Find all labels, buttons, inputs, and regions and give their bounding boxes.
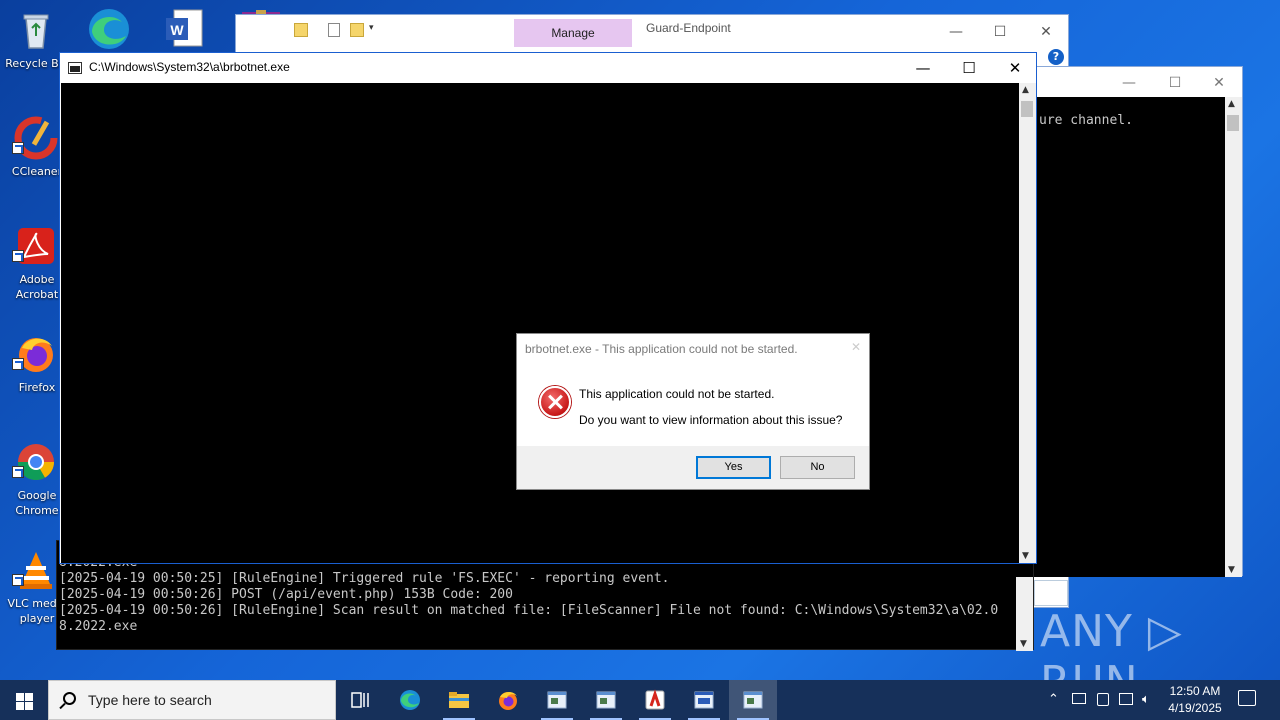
tab-manage[interactable]: Manage (514, 19, 632, 47)
search-placeholder: Type here to search (88, 692, 212, 708)
close-button[interactable]: ✕ (1026, 19, 1066, 45)
taskbar-firefox[interactable] (484, 680, 532, 720)
shortcut-arrow-icon (12, 574, 24, 586)
properties-icon[interactable] (328, 23, 340, 37)
scroll-down-icon[interactable]: ▼ (1022, 551, 1029, 561)
device-icon[interactable] (1097, 693, 1109, 706)
taskbar-window-1[interactable] (533, 680, 581, 720)
minimize-button[interactable]: — (1109, 71, 1149, 95)
task-view-button[interactable] (336, 680, 384, 720)
dialog-button-bar: Yes No (517, 446, 869, 489)
dialog-message: This application could not be started. (579, 387, 775, 401)
taskbar-window-3[interactable] (680, 680, 728, 720)
shortcut-arrow-icon (12, 250, 24, 262)
error-icon (539, 386, 571, 418)
window-title: Guard-Endpoint (646, 21, 731, 35)
system-clock[interactable]: 12:50 AM 4/19/2025 (1160, 683, 1230, 717)
explorer-view-icon[interactable] (1034, 580, 1068, 606)
dialog-question: Do you want to view information about th… (579, 413, 843, 427)
search-icon (63, 692, 76, 705)
log-line: 8.2022.exe (59, 619, 138, 634)
new-folder-icon[interactable] (350, 23, 364, 37)
console-icon (68, 62, 82, 74)
chevron-down-icon[interactable]: ▾ (369, 23, 374, 33)
error-dialog[interactable]: brbotnet.exe - This application could no… (516, 333, 870, 490)
scroll-down-icon[interactable]: ▼ (1228, 565, 1235, 575)
clock-date: 4/19/2025 (1168, 701, 1222, 715)
taskbar-console[interactable] (729, 680, 777, 720)
console-icon (743, 691, 763, 709)
minimize-button[interactable]: — (900, 53, 946, 83)
vertical-scrollbar[interactable]: ▼ (1016, 577, 1033, 651)
windows-logo-icon (16, 693, 24, 701)
console-window-secondary[interactable]: — ☐ ✕ ure channel. ▲ ▼ (1010, 66, 1243, 577)
minimize-button[interactable]: — (936, 19, 976, 45)
console-output: ure channel. (1011, 97, 1227, 577)
chevron-up-icon[interactable]: ⌃ (1048, 692, 1059, 707)
vertical-scrollbar[interactable]: ▲ ▼ (1225, 97, 1242, 577)
title-bar[interactable]: C:\Windows\System32\a\brbotnet.exe — ☐ ✕ (60, 53, 1036, 83)
log-line: [2025-04-19 00:50:26] POST (/api/event.p… (59, 587, 513, 602)
yes-button[interactable]: Yes (696, 456, 771, 479)
scroll-up-icon[interactable]: ▲ (1022, 85, 1029, 95)
taskbar-file-explorer[interactable] (435, 680, 483, 720)
maximize-button[interactable]: ☐ (946, 53, 992, 83)
shortcut-arrow-icon (12, 358, 24, 370)
console-output (61, 83, 1021, 563)
taskbar-guard[interactable] (631, 680, 679, 720)
log-line: [2025-04-19 00:50:25] [RuleEngine] Trigg… (59, 571, 670, 586)
window-title: C:\Windows\System32\a\brbotnet.exe (89, 60, 290, 74)
window-icon (547, 691, 567, 709)
help-icon[interactable]: ? (1048, 49, 1064, 65)
quick-access-toolbar: ▾ (236, 15, 514, 47)
taskbar-window-2[interactable] (582, 680, 630, 720)
taskbar-search-box[interactable]: Type here to search (48, 680, 336, 720)
maximize-button[interactable]: ☐ (980, 19, 1020, 45)
dialog-title: brbotnet.exe - This application could no… (525, 342, 798, 356)
no-button[interactable]: No (780, 456, 855, 479)
close-button[interactable]: ✕ (992, 53, 1038, 83)
console-text: ure channel. (1039, 113, 1133, 128)
recycle-bin-icon (23, 14, 49, 49)
close-button[interactable]: ✕ (1199, 71, 1239, 95)
task-view-icon (351, 692, 369, 708)
folder-icon[interactable] (294, 23, 308, 37)
guard-icon (645, 689, 665, 710)
maximize-button[interactable]: ☐ (1155, 71, 1195, 95)
windows-logo-pane (25, 702, 33, 710)
scroll-up-icon[interactable]: ▲ (1228, 99, 1235, 109)
log-line: [2025-04-19 00:50:26] [RuleEngine] Scan … (59, 603, 999, 618)
scroll-down-icon[interactable]: ▼ (1020, 639, 1027, 649)
window-icon (596, 691, 616, 709)
start-button[interactable] (0, 680, 48, 720)
ethernet-icon[interactable] (1119, 693, 1133, 705)
network-status-icon[interactable] (1072, 693, 1086, 704)
close-button[interactable]: ✕ (851, 340, 861, 354)
word-icon[interactable]: W (164, 8, 204, 52)
clock-time: 12:50 AM (1169, 684, 1221, 698)
window-icon (694, 691, 714, 709)
windows-logo-pane (25, 693, 33, 701)
shortcut-arrow-icon (12, 466, 24, 478)
edge-icon (400, 690, 420, 710)
scrollbar-thumb[interactable] (1227, 115, 1239, 131)
edge-icon[interactable] (86, 6, 132, 52)
svg-text:W: W (170, 22, 184, 38)
firefox-icon (499, 691, 517, 710)
scrollbar-thumb[interactable] (1021, 101, 1033, 117)
taskbar: Type here to search ⌃ 🔈︎ 12:50 AM 4/19/2… (0, 680, 1280, 720)
taskbar-edge[interactable] (386, 680, 434, 720)
notification-icon[interactable] (1238, 690, 1256, 706)
windows-logo-pane (16, 702, 24, 710)
vertical-scrollbar[interactable]: ▲ ▼ (1019, 83, 1036, 563)
file-explorer-icon (449, 692, 469, 708)
shortcut-arrow-icon (12, 142, 24, 154)
volume-icon[interactable]: 🔈︎ (1142, 692, 1150, 707)
